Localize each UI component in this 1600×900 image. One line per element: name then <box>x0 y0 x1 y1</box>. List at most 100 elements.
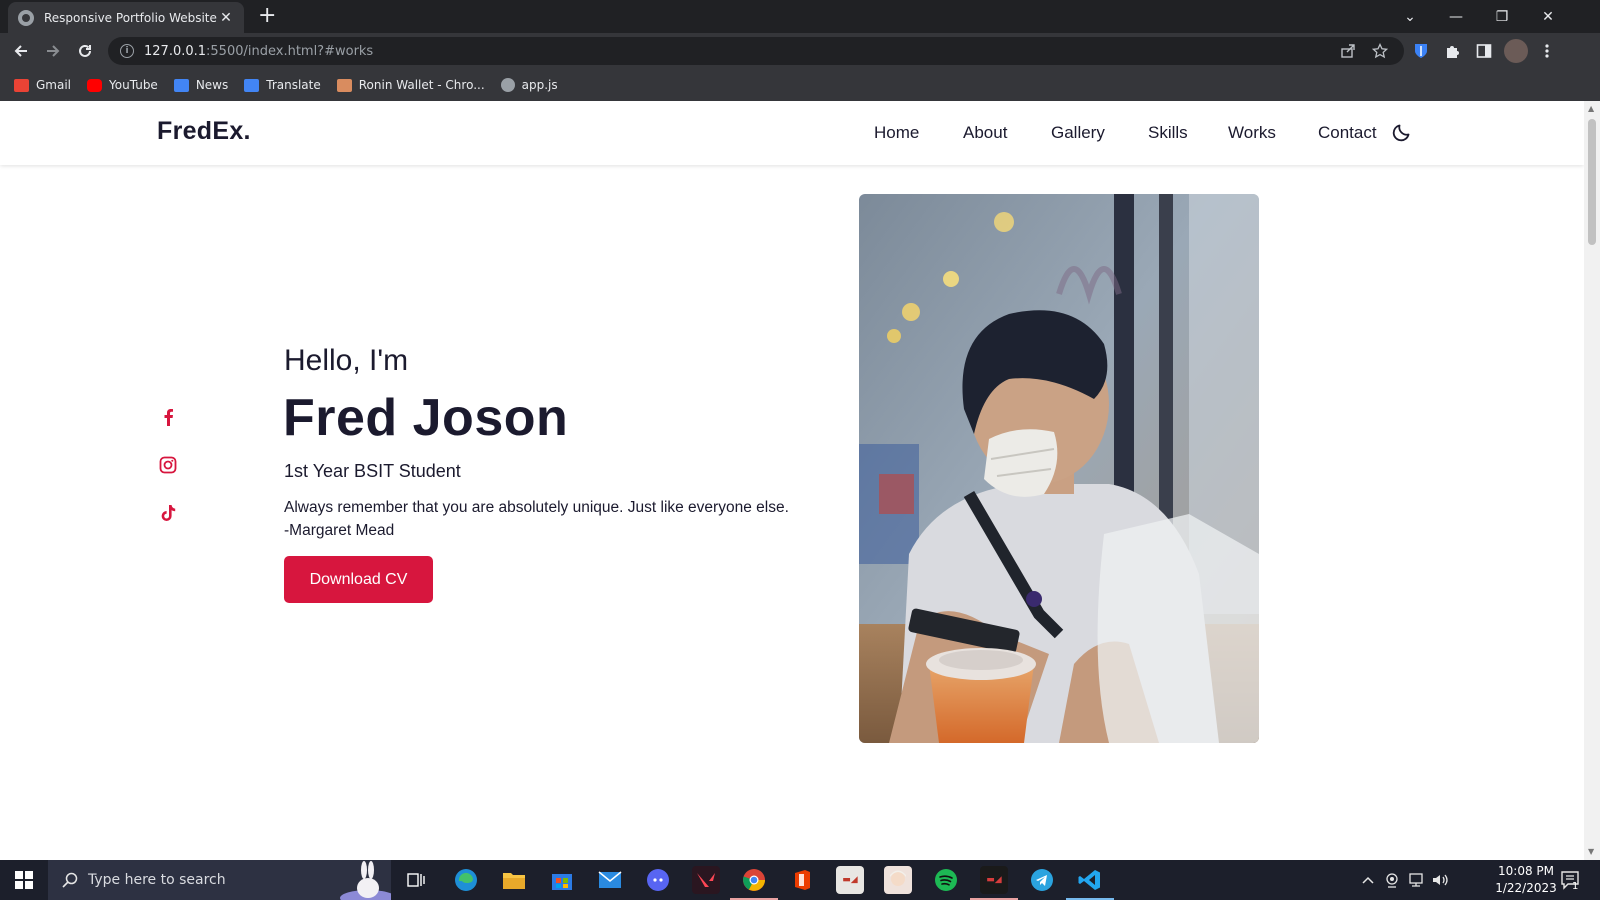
taskbar-game-app[interactable]: ▬◢ <box>980 866 1008 894</box>
instagram-icon <box>159 456 177 474</box>
bookmark-label: News <box>195 78 229 92</box>
ronin-wallet-icon <box>336 78 352 92</box>
side-panel-icon[interactable] <box>1473 40 1495 62</box>
bookmark-news[interactable]: News <box>173 78 229 92</box>
instagram-link[interactable] <box>158 455 178 475</box>
scroll-up-icon[interactable]: ▲ <box>1588 104 1594 113</box>
close-window-button[interactable]: ✕ <box>1525 0 1571 33</box>
news-icon <box>173 78 189 92</box>
tab-search-button[interactable]: ⌄ <box>1387 0 1433 33</box>
store-icon <box>552 874 572 890</box>
start-button[interactable] <box>0 860 48 900</box>
tab-title: Responsive Portfolio Website <box>44 10 217 25</box>
back-button[interactable] <box>9 39 33 63</box>
back-arrow-icon <box>14 45 27 57</box>
meet-now-button[interactable] <box>1384 860 1400 900</box>
taskbar-game-launcher[interactable]: ▬◢ <box>836 866 864 894</box>
share-icon[interactable] <box>1340 37 1356 65</box>
taskbar-mail[interactable] <box>596 866 624 894</box>
bookmark-gmail[interactable]: Gmail <box>14 78 71 92</box>
translate-icon <box>244 78 260 92</box>
profile-avatar[interactable] <box>1504 39 1528 63</box>
task-view-button[interactable] <box>402 866 430 894</box>
taskbar-search[interactable]: Type here to search <box>48 860 391 900</box>
vscode-icon <box>1078 870 1100 890</box>
folder-icon <box>503 873 525 889</box>
office-icon <box>795 870 810 890</box>
hero-photo <box>859 194 1259 743</box>
taskbar-telegram[interactable] <box>1028 866 1056 894</box>
notification-center-button[interactable]: 1 <box>1560 860 1582 900</box>
nav-home[interactable]: Home <box>874 123 919 143</box>
quote-text: Always remember that you are absolutely … <box>284 499 789 516</box>
taskbar-anime-app[interactable] <box>884 866 912 894</box>
taskbar-spotify[interactable] <box>932 866 960 894</box>
bookmark-star-icon[interactable] <box>1372 37 1388 65</box>
system-clock[interactable]: 10:08 PM 1/22/2023 <box>1488 863 1564 897</box>
quote-author: -Margaret Mead <box>284 522 395 539</box>
scroll-down-icon[interactable]: ▼ <box>1588 847 1594 856</box>
game-app-icon: ▬◢ <box>986 875 1002 885</box>
hero-quote: Always remember that you are absolutely … <box>284 496 844 542</box>
taskbar-valorant[interactable] <box>692 866 720 894</box>
forward-button[interactable] <box>41 39 65 63</box>
bitwarden-extension-icon[interactable] <box>1410 40 1432 62</box>
taskbar-store[interactable] <box>548 866 576 894</box>
chrome-menu-icon[interactable] <box>1536 40 1558 62</box>
site-info-icon[interactable]: i <box>120 44 134 58</box>
page-scrollbar[interactable]: ▲ ▼ <box>1584 101 1600 860</box>
nav-skills[interactable]: Skills <box>1148 123 1188 143</box>
show-hidden-icons-button[interactable] <box>1362 860 1374 900</box>
bookmark-label: Ronin Wallet - Chro... <box>358 78 485 92</box>
tiktok-link[interactable] <box>158 503 178 523</box>
reload-button[interactable] <box>73 39 97 63</box>
globe-icon <box>500 78 515 92</box>
new-tab-button[interactable]: + <box>258 5 276 27</box>
moon-icon <box>1392 124 1410 142</box>
tab-close-button[interactable]: ✕ <box>218 10 234 26</box>
browser-toolbar: i 127.0.0.1:5500/index.html?#works <box>0 33 1600 69</box>
taskbar-vscode[interactable] <box>1076 866 1104 894</box>
taskbar-chrome[interactable] <box>740 866 768 894</box>
facebook-icon <box>164 409 173 426</box>
bookmark-appjs[interactable]: app.js <box>500 78 558 92</box>
bookmark-youtube[interactable]: YouTube <box>87 78 158 92</box>
theme-toggle-button[interactable] <box>1391 121 1413 143</box>
nav-about[interactable]: About <box>963 123 1007 143</box>
bookmark-label: Gmail <box>36 78 72 92</box>
site-logo[interactable]: FredEx. <box>157 117 251 146</box>
facebook-link[interactable] <box>158 407 178 427</box>
globe-icon <box>18 9 34 26</box>
webcam-icon <box>1386 873 1398 888</box>
tiktok-icon <box>161 505 176 521</box>
minimize-button[interactable]: — <box>1433 0 1479 33</box>
nav-contact[interactable]: Contact <box>1318 123 1377 143</box>
bookmark-label: Translate <box>266 78 321 92</box>
notification-count: 1 <box>1572 881 1579 892</box>
browser-tab[interactable]: Responsive Portfolio Website ✕ <box>8 2 244 33</box>
taskbar-discord[interactable] <box>644 866 672 894</box>
nav-gallery[interactable]: Gallery <box>1051 123 1105 143</box>
portrait-photo <box>859 194 1259 743</box>
forward-arrow-icon <box>47 45 60 57</box>
taskbar-file-explorer[interactable] <box>500 866 528 894</box>
hero-subtitle: 1st Year BSIT Student <box>284 461 461 481</box>
taskbar-office[interactable] <box>788 866 816 894</box>
taskbar-edge[interactable] <box>452 866 480 894</box>
download-cv-button[interactable]: Download CV <box>284 556 433 603</box>
bookmark-ronin-wallet[interactable]: Ronin Wallet - Chro... <box>336 78 485 92</box>
mail-icon <box>598 871 622 888</box>
hero-name: Fred Joson <box>283 389 569 447</box>
restore-button[interactable]: ❐ <box>1479 0 1525 33</box>
reload-icon <box>79 44 91 57</box>
extensions-puzzle-icon[interactable] <box>1441 40 1463 62</box>
volume-button[interactable] <box>1431 860 1449 900</box>
scroll-thumb[interactable] <box>1588 119 1596 245</box>
windows-taskbar: Type here to search ▬◢ ▬◢ 10:08 PM 1/22/… <box>0 860 1600 900</box>
chevron-up-icon <box>1362 876 1374 884</box>
address-bar[interactable]: i 127.0.0.1:5500/index.html?#works <box>108 37 1404 65</box>
bookmark-translate[interactable]: Translate <box>244 78 321 92</box>
network-button[interactable] <box>1407 860 1425 900</box>
nav-works[interactable]: Works <box>1228 123 1276 143</box>
speaker-icon <box>1433 874 1448 886</box>
